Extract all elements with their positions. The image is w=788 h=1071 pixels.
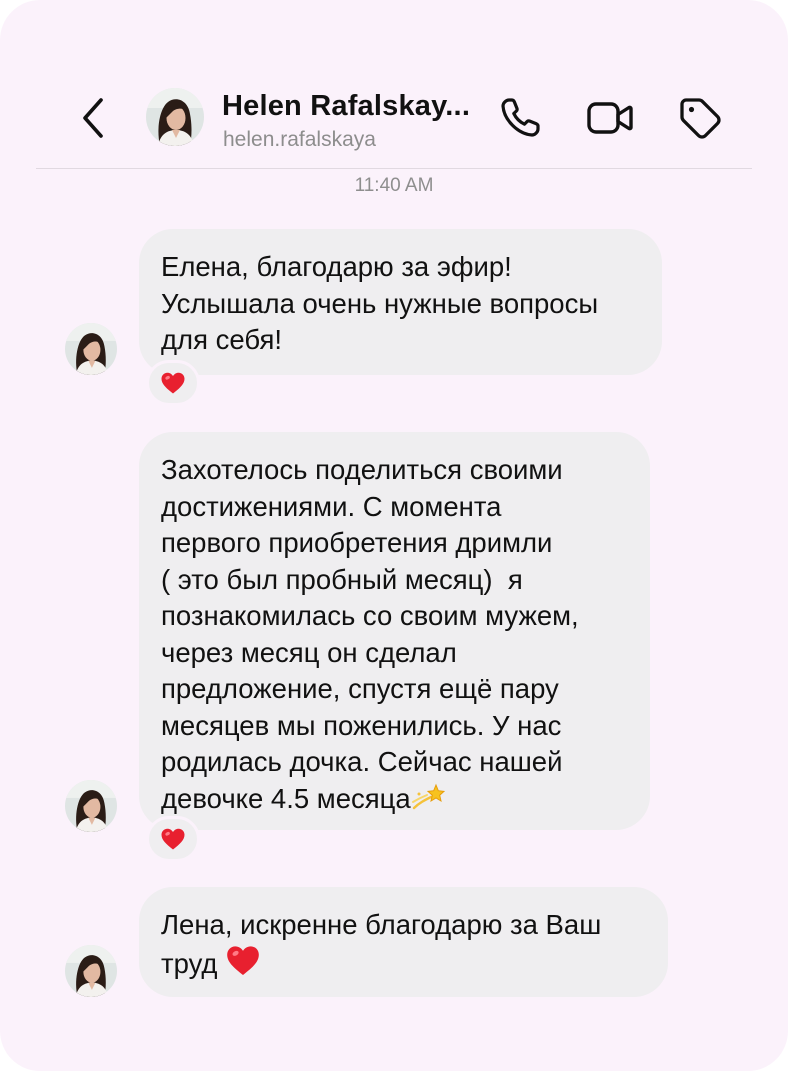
contact-name[interactable]: Helen Rafalskay... bbox=[222, 90, 470, 123]
message-line: для себя! bbox=[161, 324, 283, 355]
header-divider bbox=[36, 168, 752, 169]
red-heart-icon bbox=[161, 372, 185, 394]
contact-avatar[interactable] bbox=[146, 88, 204, 146]
message-line: Елена, благодарю за эфир! bbox=[161, 251, 512, 282]
dizzy-star-icon bbox=[411, 783, 445, 809]
message-timestamp: 11:40 AM bbox=[354, 175, 434, 196]
back-chevron-icon[interactable] bbox=[74, 96, 114, 140]
message-line: через месяц он сделал bbox=[161, 636, 457, 668]
message-bubble[interactable]: Елена, благодарю за эфир! Услышала очень… bbox=[139, 229, 662, 375]
message-bubble[interactable]: Захотелось поделиться своими достижениям… bbox=[139, 432, 650, 830]
video-camera-icon[interactable] bbox=[586, 94, 634, 142]
contact-username: helen.rafalskaya bbox=[223, 128, 376, 151]
message-text: труд bbox=[161, 947, 218, 979]
red-heart-icon bbox=[161, 828, 185, 850]
heart-reaction[interactable] bbox=[146, 816, 200, 862]
message-bubble[interactable]: Лена, искренне благодарю за Ваш труд bbox=[139, 887, 668, 997]
sender-avatar[interactable] bbox=[65, 945, 117, 997]
message-line: достижениями. С момента bbox=[161, 490, 502, 522]
red-heart-icon bbox=[227, 945, 259, 975]
message-line: родилась дочка. Сейчас нашей bbox=[161, 746, 563, 777]
message-line-last: труд bbox=[161, 944, 644, 983]
message-line: предложение, спустя ещё пару bbox=[161, 673, 559, 704]
tag-icon[interactable] bbox=[676, 94, 724, 142]
message-line: ( это был пробный месяц) я bbox=[161, 563, 523, 595]
chat-header: Helen Rafalskay... helen.rafalskaya bbox=[0, 80, 788, 160]
message-line: Лена, искренне благодарю за Ваш bbox=[161, 909, 602, 940]
message-text: девочке 4.5 месяца bbox=[161, 782, 411, 814]
message-line: Захотелось поделиться своими bbox=[161, 454, 563, 485]
message-line: Услышала очень нужные вопросы bbox=[161, 287, 599, 319]
sender-avatar[interactable] bbox=[65, 323, 117, 375]
heart-reaction[interactable] bbox=[146, 360, 200, 406]
message-line-last: девочке 4.5 месяца bbox=[161, 781, 626, 818]
message-line: познакомилась со своим мужем, bbox=[161, 600, 579, 631]
chat-window: Helen Rafalskay... helen.rafalskaya 11:4… bbox=[0, 0, 788, 1071]
message-line: месяцев мы поженились. У нас bbox=[161, 709, 562, 741]
phone-icon[interactable] bbox=[496, 94, 544, 142]
sender-avatar[interactable] bbox=[65, 780, 117, 832]
message-line: первого приобретения дримли bbox=[161, 527, 553, 558]
